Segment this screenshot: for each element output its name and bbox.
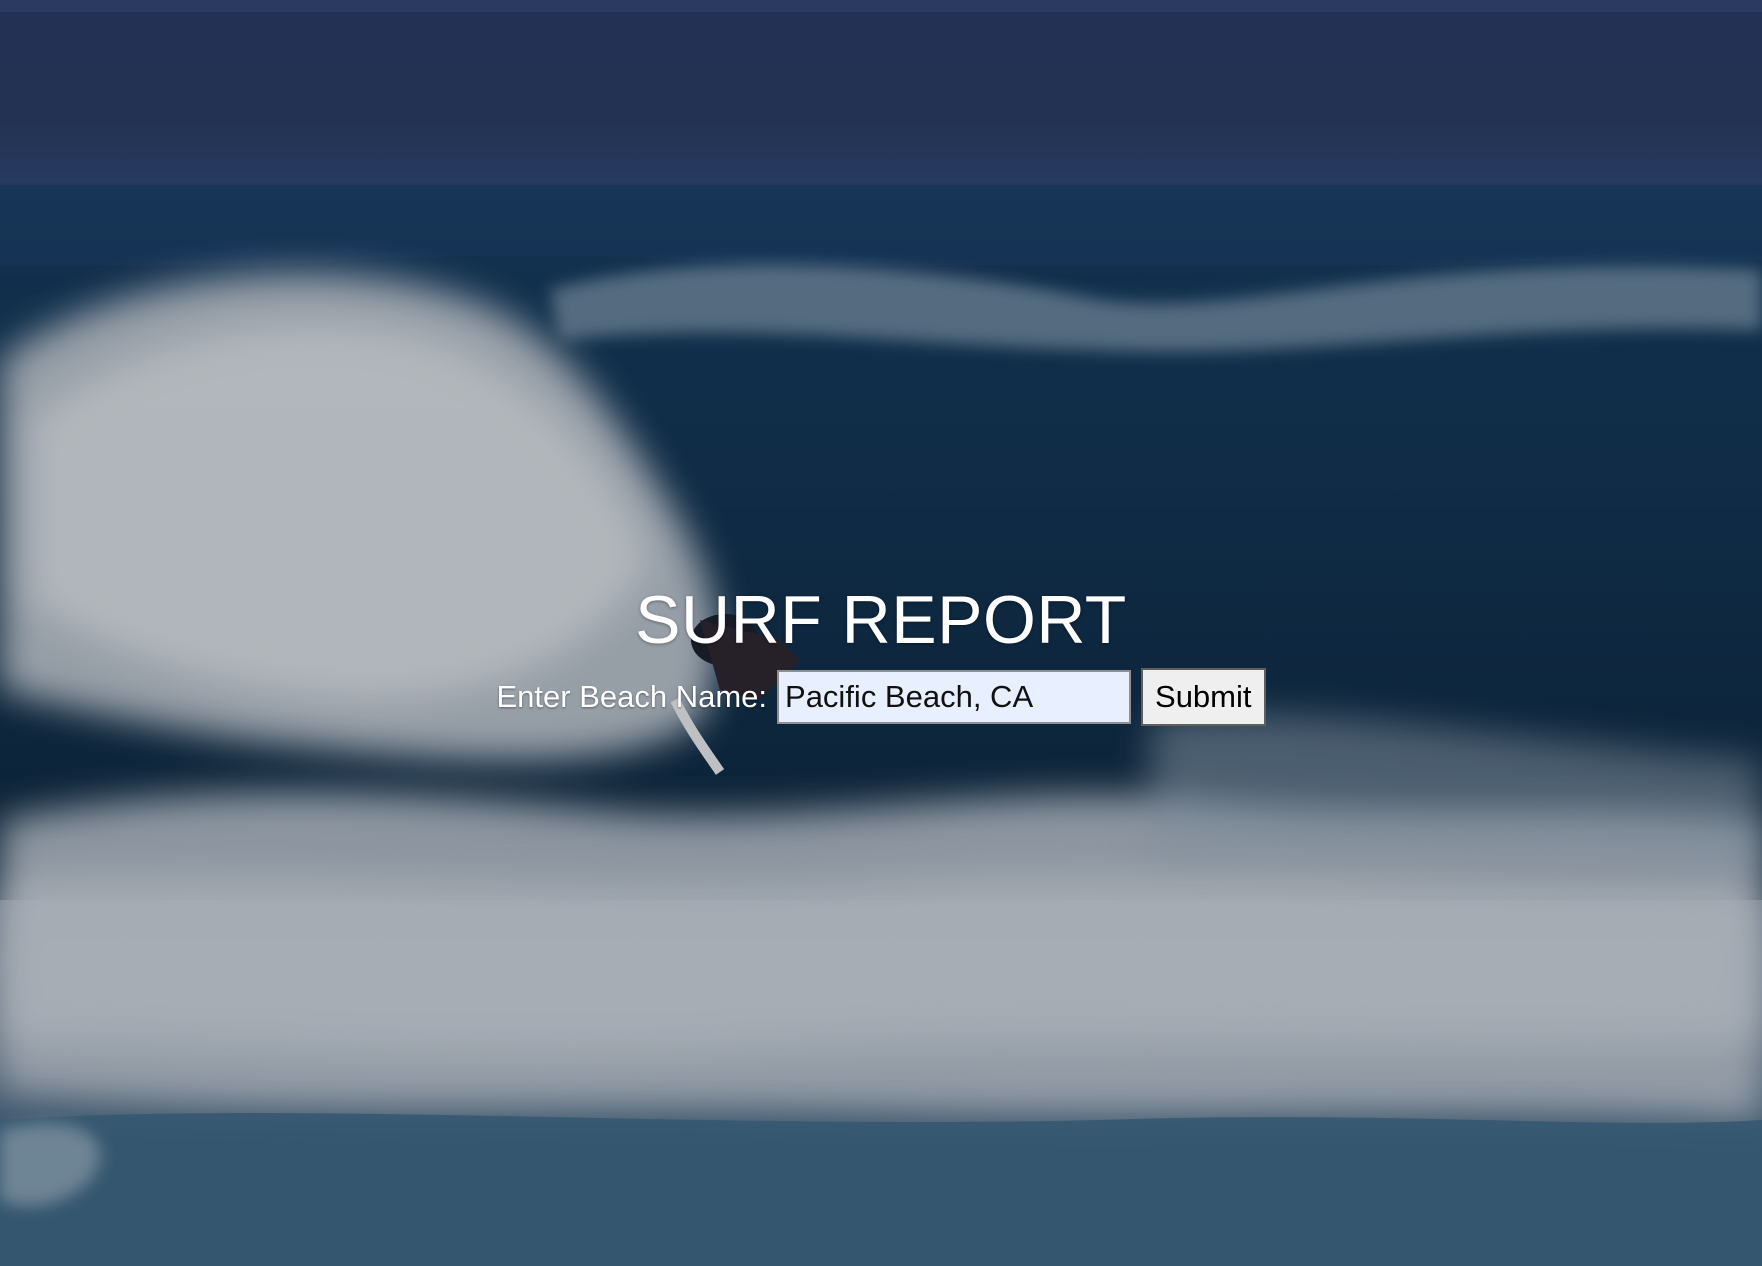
page-title: SURF REPORT — [635, 582, 1127, 658]
beach-name-input[interactable] — [777, 670, 1132, 724]
surf-report-page: SURF REPORT Enter Beach Name: Submit — [0, 0, 1762, 1266]
submit-button[interactable]: Submit — [1141, 668, 1266, 726]
beach-name-label: Enter Beach Name: — [496, 679, 768, 714]
hero-content: SURF REPORT Enter Beach Name: Submit — [0, 580, 1762, 726]
search-form: Enter Beach Name: Submit — [0, 668, 1762, 726]
